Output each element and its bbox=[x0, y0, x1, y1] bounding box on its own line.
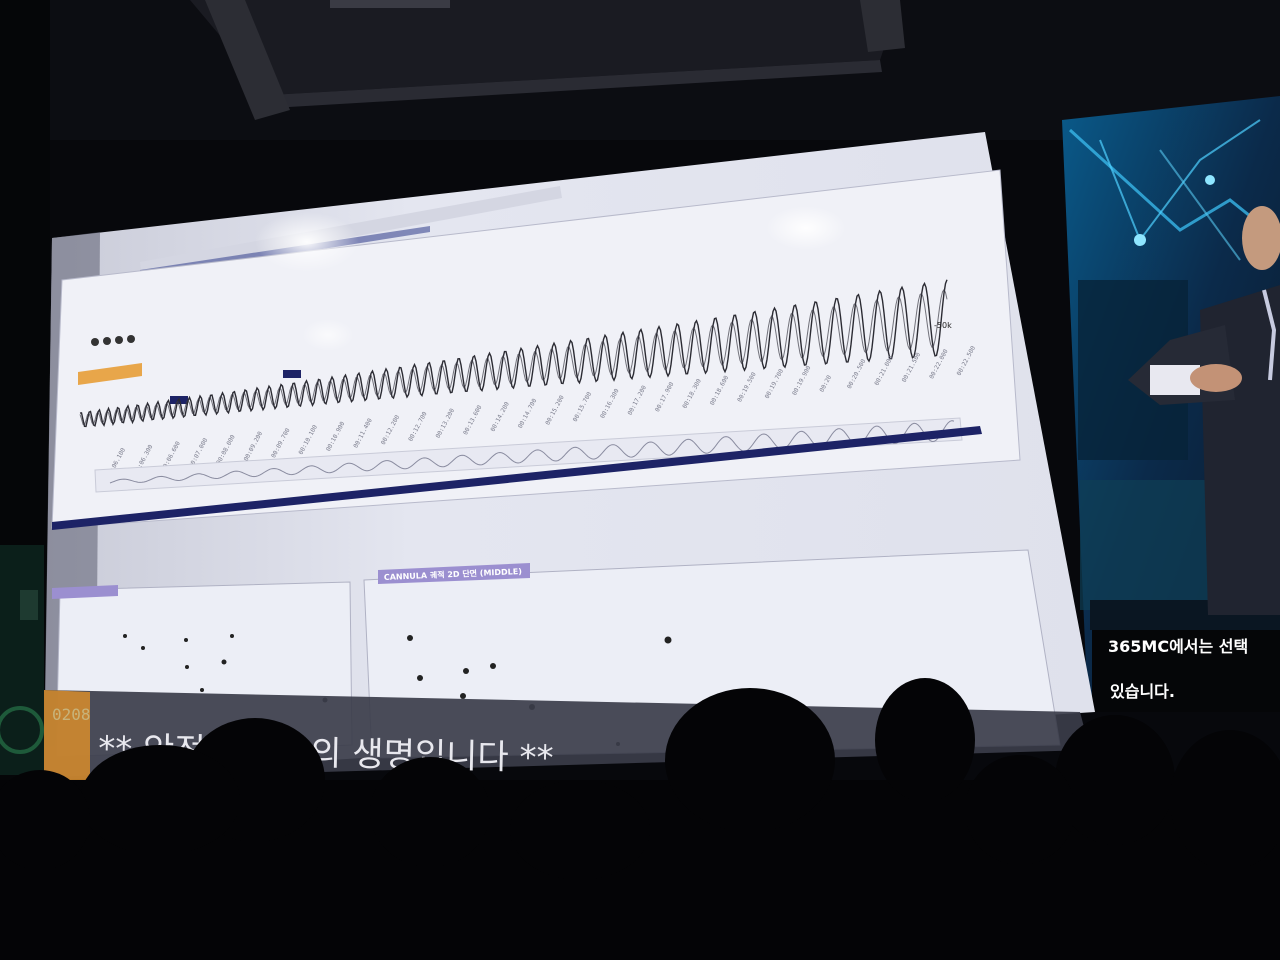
marker-badge bbox=[283, 370, 301, 378]
projection-screen: 365MC에서는 선택 있습니다. -50k 00:06.100 00:06.30… bbox=[0, 0, 1280, 960]
caption-line-2: 있습니다. bbox=[1110, 682, 1175, 701]
side-screen: 365MC에서는 선택 있습니다. bbox=[1062, 96, 1280, 712]
auditorium-scene: 365MC에서는 선택 있습니다. -50k 00:06.100 00:06.30… bbox=[0, 0, 1280, 960]
chart-end-label: -50k bbox=[934, 321, 952, 330]
caption-line-1: 365MC에서는 선택 bbox=[1108, 637, 1248, 656]
ticker-code: 0208 bbox=[52, 705, 91, 724]
